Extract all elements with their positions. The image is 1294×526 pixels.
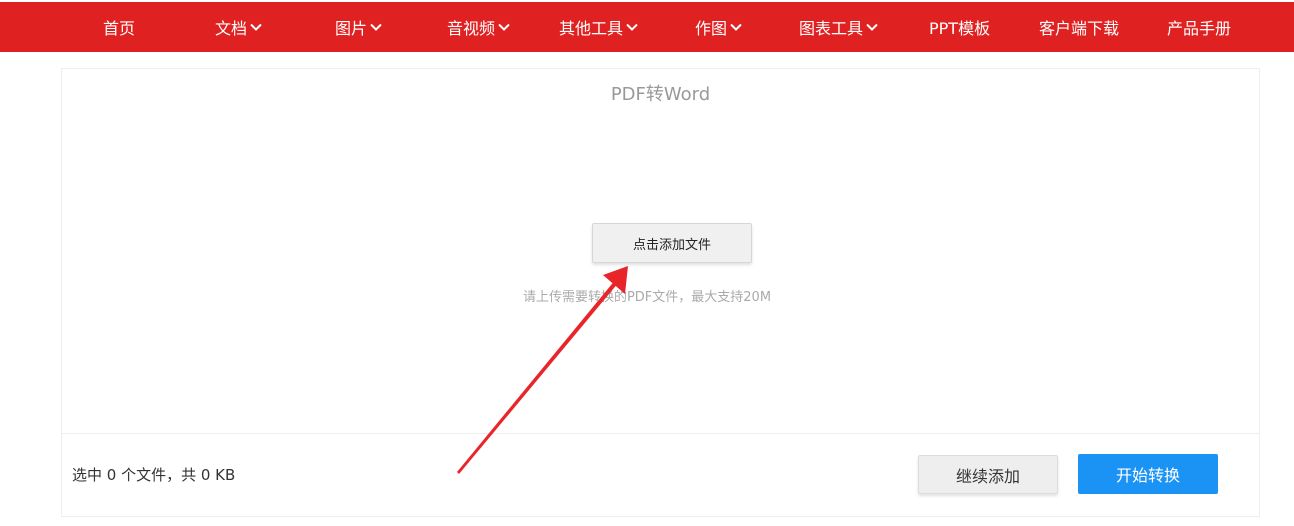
nav-item-audio-video[interactable]: 音视频 xyxy=(447,2,511,52)
chevron-down-icon xyxy=(865,20,879,34)
nav-item-label: 音视频 xyxy=(447,19,496,38)
chevron-down-icon xyxy=(729,20,743,34)
nav-item-label: 图表工具 xyxy=(799,19,864,38)
nav-item-label: 首页 xyxy=(103,19,136,38)
nav-item-label: 产品手册 xyxy=(1167,19,1232,38)
nav-item-product-manual[interactable]: 产品手册 xyxy=(1167,2,1231,52)
nav-item-other-tools[interactable]: 其他工具 xyxy=(559,2,639,52)
nav-item-label: 其他工具 xyxy=(559,19,624,38)
nav-item-images[interactable]: 图片 xyxy=(335,2,383,52)
chevron-down-icon xyxy=(497,20,511,34)
footer-divider xyxy=(62,433,1259,434)
nav-item-chart-tools[interactable]: 图表工具 xyxy=(799,2,879,52)
nav-item-documents[interactable]: 文档 xyxy=(215,2,263,52)
selection-status: 选中 0 个文件，共 0 KB xyxy=(72,466,236,484)
nav-item-ppt-templates[interactable]: PPT模板 xyxy=(929,2,990,52)
start-convert-button[interactable]: 开始转换 xyxy=(1078,454,1218,494)
nav-item-label: 图片 xyxy=(335,19,368,38)
nav-item-home[interactable]: 首页 xyxy=(103,2,135,52)
nav-item-client-download[interactable]: 客户端下载 xyxy=(1039,2,1119,52)
chevron-down-icon xyxy=(249,20,263,34)
top-nav-bar: 首页 文档 图片 音视频 其他工具 作图 图表工具 PPT模板 客户端下载 产品… xyxy=(0,0,1294,52)
nav-item-label: 文档 xyxy=(215,19,248,38)
nav-item-label: 作图 xyxy=(695,19,728,38)
nav-item-drawing[interactable]: 作图 xyxy=(695,2,743,52)
page-title: PDF转Word xyxy=(610,84,711,105)
add-file-button[interactable]: 点击添加文件 xyxy=(592,223,752,263)
nav-item-label: 客户端下载 xyxy=(1039,19,1120,38)
continue-add-button[interactable]: 继续添加 xyxy=(918,455,1058,494)
nav-item-label: PPT模板 xyxy=(929,19,991,38)
chevron-down-icon xyxy=(625,20,639,34)
chevron-down-icon xyxy=(369,20,383,34)
upload-hint: 请上传需要转换的PDF文件，最大支持20M xyxy=(522,290,772,305)
